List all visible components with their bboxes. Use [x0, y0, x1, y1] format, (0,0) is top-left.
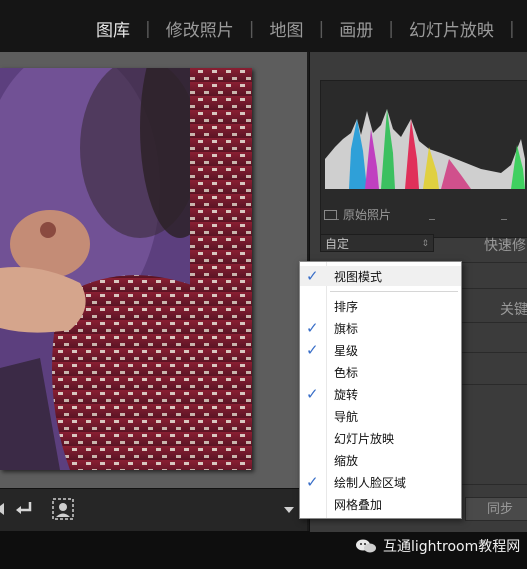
- histogram-tick: [429, 219, 435, 220]
- module-divider: |: [388, 18, 394, 39]
- preset-value: 自定: [325, 237, 350, 251]
- menu-item-rating[interactable]: ✓ 星级: [300, 340, 461, 360]
- photo-preview: [0, 68, 252, 470]
- menu-separator: [330, 291, 458, 292]
- rotate-right-icon[interactable]: [12, 497, 38, 521]
- menu-item-flag[interactable]: ✓ 旗标: [300, 318, 461, 338]
- menu-item-label: 排序: [334, 300, 359, 314]
- loupe-view: [0, 52, 307, 488]
- module-divider: |: [145, 18, 151, 39]
- module-tab-slideshow[interactable]: 幻灯片放映: [409, 16, 494, 41]
- menu-item-label: 色标: [334, 366, 359, 380]
- menu-item-zoom[interactable]: 缩放: [300, 450, 461, 470]
- menu-item-label: 视图模式: [334, 270, 383, 284]
- menu-item-view-mode[interactable]: ✓ 视图模式: [300, 266, 461, 286]
- histogram: [325, 109, 525, 189]
- keywording-header[interactable]: 关键: [500, 299, 527, 319]
- module-divider: |: [248, 18, 255, 39]
- check-icon: ✓: [306, 341, 319, 359]
- module-divider: |: [508, 18, 515, 39]
- module-picker: 图库 | 修改照片 | 地图 | 画册 | 幻灯片放映 | 打: [0, 0, 527, 52]
- menu-item-color-label[interactable]: 色标: [300, 362, 461, 382]
- menu-item-label: 星级: [334, 344, 359, 358]
- check-icon: ✓: [306, 473, 319, 491]
- menu-item-label: 缩放: [334, 454, 359, 468]
- menu-item-label: 导航: [334, 410, 359, 424]
- menu-item-draw-face-region[interactable]: ✓ 绘制人脸区域: [300, 472, 461, 492]
- histogram-tick: [501, 219, 507, 220]
- menu-item-label: 网格叠加: [334, 498, 383, 512]
- photo-image: [0, 68, 252, 470]
- menu-item-sort[interactable]: 排序: [300, 296, 461, 316]
- watermark-text: 互通lightroom教程网: [383, 539, 521, 555]
- module-tab-library[interactable]: 图库: [96, 16, 130, 41]
- menu-item-rotate[interactable]: ✓ 旋转: [300, 384, 461, 404]
- menu-item-label: 旗标: [334, 322, 359, 336]
- toolbar-options-arrow-icon[interactable]: [278, 497, 300, 521]
- face-region-icon[interactable]: [50, 497, 76, 521]
- check-icon: ✓: [306, 385, 319, 403]
- menu-item-grid-overlay[interactable]: 网格叠加: [300, 494, 461, 514]
- module-tab-develop[interactable]: 修改照片: [166, 16, 234, 41]
- preset-row: 自定 ⇕ 快速修: [320, 234, 527, 256]
- menu-item-slideshow[interactable]: 幻灯片放映: [300, 428, 461, 448]
- menu-item-label: 绘制人脸区域: [334, 476, 407, 490]
- menu-item-navigate[interactable]: 导航: [300, 406, 461, 426]
- saved-preset-select[interactable]: 自定 ⇕: [320, 234, 434, 252]
- wechat-icon: [356, 539, 376, 553]
- module-tabs: 图库 | 修改照片 | 地图 | 画册 | 幻灯片放映 | 打: [96, 16, 527, 42]
- original-photo-label: 原始照片: [343, 208, 392, 222]
- sync-button[interactable]: 同步: [465, 497, 527, 521]
- watermark: 互通lightroom教程网: [355, 536, 520, 556]
- check-icon: ✓: [306, 267, 319, 285]
- menu-item-label: 旋转: [334, 388, 359, 402]
- original-photo-toggle[interactable]: 原始照片: [324, 206, 391, 223]
- module-tab-book[interactable]: 画册: [339, 16, 373, 41]
- quick-develop-header[interactable]: 快速修: [484, 235, 526, 255]
- menu-item-label: 幻灯片放映: [334, 432, 395, 446]
- module-divider: |: [318, 18, 325, 39]
- check-icon: ✓: [306, 319, 319, 337]
- select-arrows-icon: ⇕: [421, 239, 429, 249]
- original-photo-checkbox[interactable]: [324, 209, 337, 220]
- toolbar-options-menu: ✓ 视图模式 排序 ✓ 旗标 ✓ 星级 色标 ✓ 旋转 导航 幻灯片放映 缩放 …: [299, 261, 462, 519]
- module-tab-map[interactable]: 地图: [269, 16, 303, 41]
- library-toolbar: [0, 488, 307, 531]
